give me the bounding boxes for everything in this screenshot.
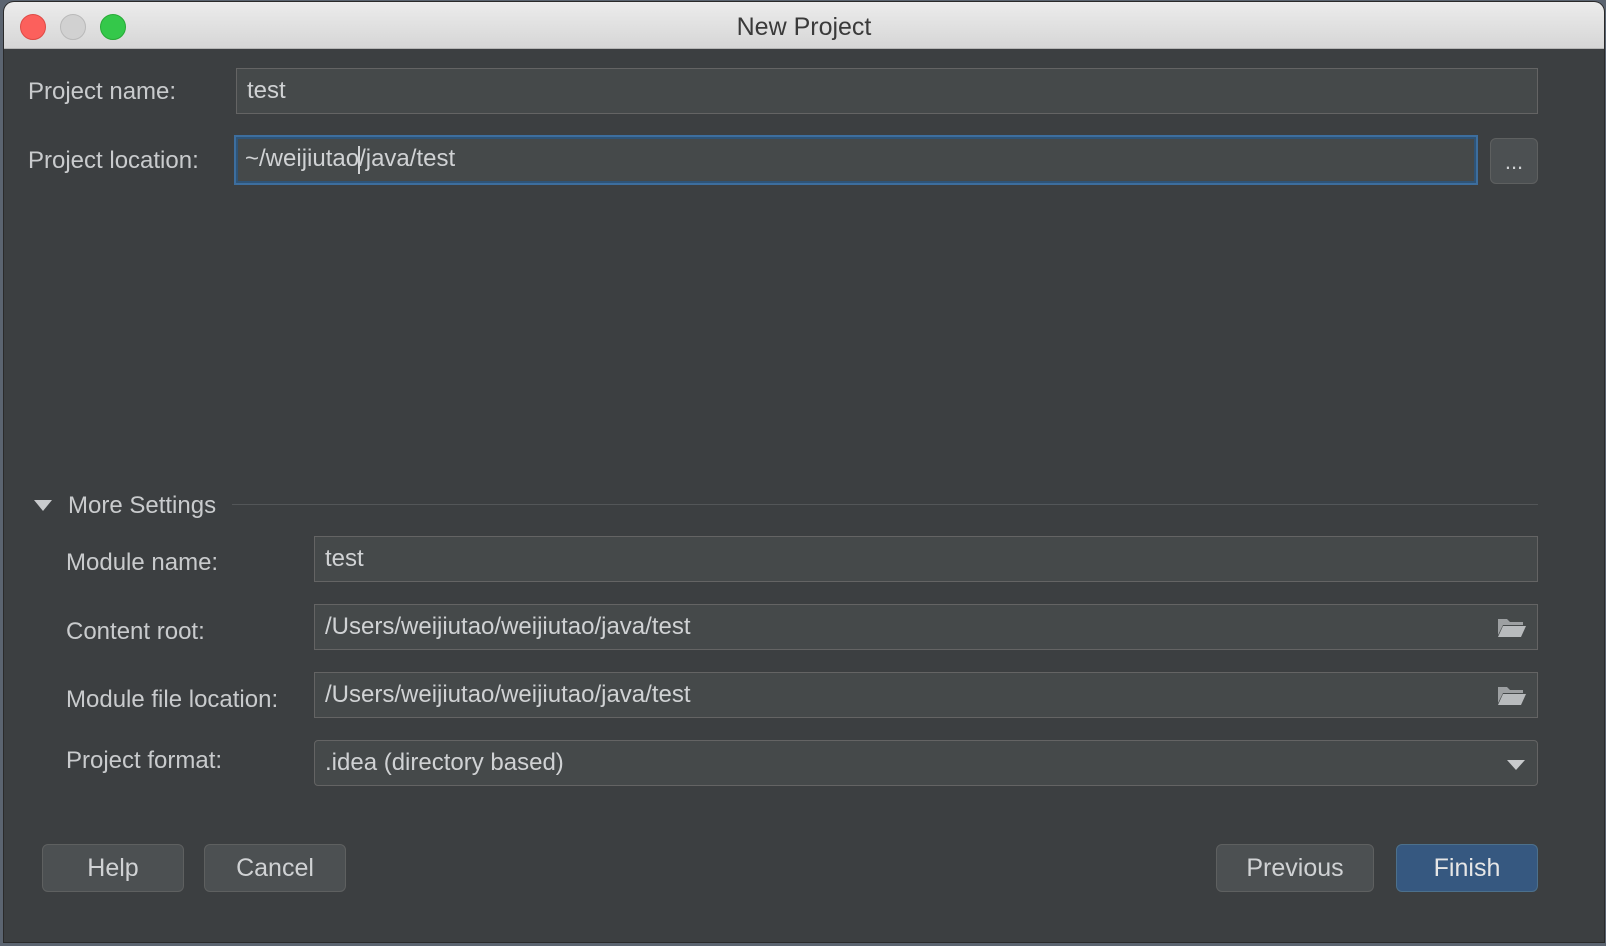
- module-file-location-label: Module file location:: [66, 686, 279, 713]
- project-format-label: Project format:: [66, 747, 223, 774]
- content-root-label: Content root:: [66, 618, 205, 645]
- module-file-location-input[interactable]: /Users/weijiutao/weijiutao/java/test: [314, 672, 1538, 718]
- folder-icon[interactable]: [1497, 683, 1527, 707]
- project-location-text-after-caret: /java/test: [359, 145, 456, 172]
- more-settings-toggle[interactable]: More Settings: [68, 492, 216, 520]
- module-name-label: Module name:: [66, 549, 219, 576]
- project-location-label: Project location:: [28, 147, 199, 174]
- section-divider: [232, 504, 1538, 505]
- browse-location-button[interactable]: ...: [1490, 138, 1538, 184]
- project-name-label: Project name:: [28, 78, 177, 105]
- module-name-input[interactable]: test: [314, 536, 1538, 582]
- finish-button[interactable]: Finish: [1396, 844, 1538, 892]
- content-root-input[interactable]: /Users/weijiutao/weijiutao/java/test: [314, 604, 1538, 650]
- chevron-down-icon: [1507, 760, 1525, 770]
- project-format-select[interactable]: .idea (directory based): [314, 740, 1538, 786]
- folder-icon[interactable]: [1497, 615, 1527, 639]
- new-project-dialog: New Project Project name: test Project l…: [4, 2, 1604, 942]
- triangle-down-icon[interactable]: [34, 500, 52, 511]
- title-bar: New Project: [4, 2, 1604, 49]
- cancel-button[interactable]: Cancel: [204, 844, 346, 892]
- previous-button[interactable]: Previous: [1216, 844, 1374, 892]
- project-location-input[interactable]: ~/weijiutao/java/test: [234, 135, 1478, 185]
- module-file-location-value: /Users/weijiutao/weijiutao/java/test: [325, 681, 691, 708]
- help-button[interactable]: Help: [42, 844, 184, 892]
- project-location-text-before-caret: ~/weijiutao: [245, 145, 360, 172]
- project-format-value: .idea (directory based): [325, 749, 564, 776]
- content-root-value: /Users/weijiutao/weijiutao/java/test: [325, 613, 691, 640]
- project-name-input[interactable]: test: [236, 68, 1538, 114]
- window-title: New Project: [736, 13, 872, 41]
